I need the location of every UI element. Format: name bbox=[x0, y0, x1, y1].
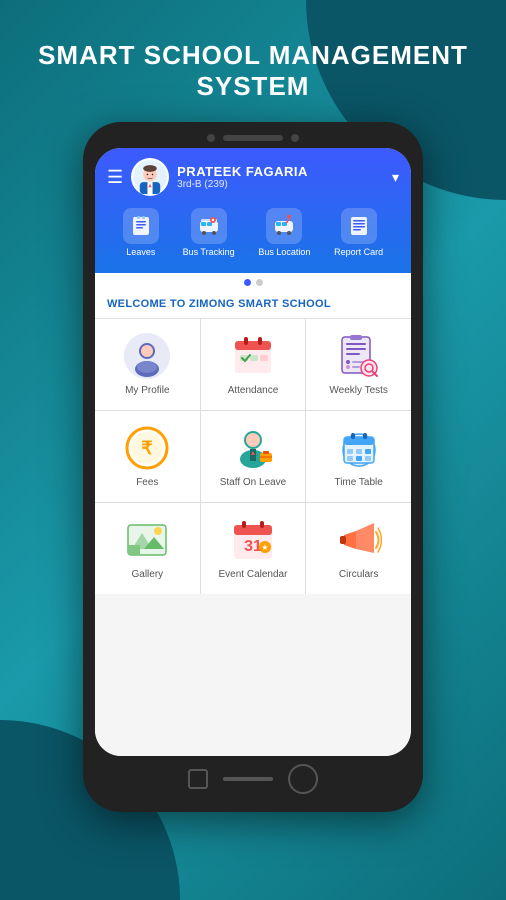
grid-item-time-table[interactable]: Time Table bbox=[306, 411, 411, 502]
content-area: My Profile bbox=[95, 319, 411, 756]
grid-item-my-profile[interactable]: My Profile bbox=[95, 319, 200, 410]
time-table-label: Time Table bbox=[334, 477, 382, 488]
nav-item-bus-tracking[interactable]: Bus Tracking bbox=[183, 208, 235, 257]
avatar bbox=[131, 158, 169, 196]
grid-item-event-calendar[interactable]: 31 ★ Event Calendar bbox=[201, 503, 306, 594]
welcome-text: WELCOME TO ZIMONG SMART SCHOOL bbox=[107, 298, 331, 310]
header-row: ☰ bbox=[107, 158, 399, 196]
nav-label-bus-tracking: Bus Tracking bbox=[183, 247, 235, 257]
leaves-icon bbox=[123, 208, 159, 244]
attendance-icon bbox=[230, 333, 276, 379]
time-table-icon bbox=[336, 425, 382, 471]
grid-item-staff-on-leave[interactable]: Staff On Leave bbox=[201, 411, 306, 502]
gallery-label: Gallery bbox=[131, 569, 163, 580]
phone-camera-right bbox=[291, 134, 299, 142]
circulars-label: Circulars bbox=[339, 569, 378, 580]
dropdown-icon[interactable]: ▾ bbox=[392, 169, 399, 186]
grid-item-gallery[interactable]: Gallery bbox=[95, 503, 200, 594]
user-class: 3rd-B (239) bbox=[177, 179, 384, 190]
phone-frame: ☰ bbox=[83, 122, 423, 812]
phone-screen: ☰ bbox=[95, 148, 411, 756]
bus-location-icon bbox=[266, 208, 302, 244]
pagination-dots bbox=[95, 273, 411, 288]
nav-label-bus-location: Bus Location bbox=[258, 247, 310, 257]
user-name: PRATEEK FAGARIA bbox=[177, 164, 384, 179]
dot-1[interactable] bbox=[244, 279, 251, 286]
home-button[interactable] bbox=[223, 777, 273, 781]
fees-icon: ₹ bbox=[124, 425, 170, 471]
my-profile-label: My Profile bbox=[125, 385, 169, 396]
weekly-tests-icon bbox=[336, 333, 382, 379]
nav-icons-row: Leaves bbox=[107, 208, 399, 257]
phone-bottom-bar bbox=[95, 764, 411, 794]
grid-item-circulars[interactable]: Circulars bbox=[306, 503, 411, 594]
nav-item-report-card[interactable]: Report Card bbox=[334, 208, 383, 257]
page-title: SMART SCHOOL MANAGEMENT SYSTEM bbox=[18, 40, 488, 102]
nav-label-leaves: Leaves bbox=[126, 247, 155, 257]
nav-item-bus-location[interactable]: Bus Location bbox=[258, 208, 310, 257]
bus-tracking-icon bbox=[191, 208, 227, 244]
attendance-label: Attendance bbox=[228, 385, 279, 396]
nav-item-leaves[interactable]: Leaves bbox=[123, 208, 159, 257]
circulars-icon bbox=[336, 517, 382, 563]
staff-on-leave-label: Staff On Leave bbox=[220, 477, 287, 488]
event-calendar-icon: 31 ★ bbox=[230, 517, 276, 563]
feature-grid: My Profile bbox=[95, 319, 411, 594]
dot-2[interactable] bbox=[256, 279, 263, 286]
welcome-banner: WELCOME TO ZIMONG SMART SCHOOL bbox=[95, 288, 411, 319]
event-calendar-label: Event Calendar bbox=[219, 569, 288, 580]
staff-on-leave-icon bbox=[230, 425, 276, 471]
phone-camera bbox=[207, 134, 215, 142]
svg-text:₹: ₹ bbox=[142, 438, 154, 458]
grid-item-fees[interactable]: ₹ Fees bbox=[95, 411, 200, 502]
svg-text:★: ★ bbox=[261, 543, 268, 552]
grid-item-weekly-tests[interactable]: Weekly Tests bbox=[306, 319, 411, 410]
phone-speaker bbox=[223, 135, 283, 141]
recent-apps-button[interactable] bbox=[288, 764, 318, 794]
gallery-icon bbox=[124, 517, 170, 563]
nav-label-report-card: Report Card bbox=[334, 247, 383, 257]
phone-top-bar bbox=[95, 134, 411, 142]
my-profile-icon bbox=[124, 333, 170, 379]
hamburger-menu[interactable]: ☰ bbox=[107, 167, 123, 188]
weekly-tests-label: Weekly Tests bbox=[329, 385, 388, 396]
grid-item-attendance[interactable]: Attendance bbox=[201, 319, 306, 410]
report-card-icon bbox=[341, 208, 377, 244]
back-button[interactable] bbox=[188, 769, 208, 789]
user-info: PRATEEK FAGARIA 3rd-B (239) bbox=[177, 164, 384, 190]
fees-label: Fees bbox=[136, 477, 158, 488]
app-header: ☰ bbox=[95, 148, 411, 273]
